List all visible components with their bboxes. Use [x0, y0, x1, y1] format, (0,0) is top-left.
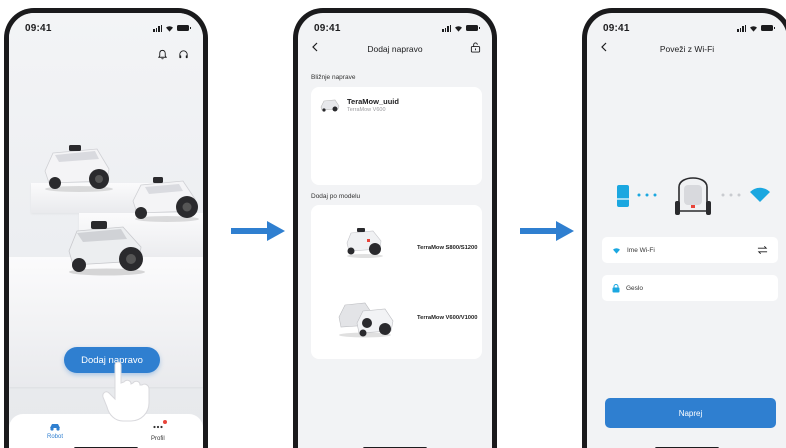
- password-placeholder: Geslo: [626, 284, 643, 292]
- by-model-section-label: Dodaj po modelu: [311, 193, 361, 200]
- password-input[interactable]: Geslo: [602, 275, 778, 301]
- signal-icon: [737, 24, 746, 32]
- arrow-right-icon: [520, 221, 574, 241]
- robot-icon: [50, 424, 60, 431]
- scan-device-icon[interactable]: [470, 42, 481, 53]
- nearby-devices-card: TeraMow_uuid TerraMow V600: [311, 87, 482, 185]
- model-item[interactable]: TerraMow S800/S1200: [311, 217, 482, 277]
- status-time: 09:41: [603, 22, 630, 34]
- dotted-line: [637, 193, 657, 197]
- battery-icon: [177, 25, 191, 31]
- status-bar: 09:41: [603, 22, 775, 34]
- wifi-name-input[interactable]: Ime Wi-Fi: [602, 237, 778, 263]
- model-item[interactable]: TerraMow V600/V1000: [311, 291, 482, 351]
- status-time: 09:41: [314, 22, 341, 34]
- tab-profile[interactable]: Profil: [151, 420, 167, 442]
- page-title: Poveži z Wi-Fi: [659, 44, 715, 54]
- pointer-hand-icon: [102, 361, 150, 422]
- signal-icon: [442, 24, 451, 32]
- wifi-status-icon: [455, 25, 462, 32]
- add-device-screen: 09:41 Dodaj napravo Bližnje naprave Tera…: [298, 13, 492, 448]
- mower-image: [132, 177, 199, 222]
- home-screen: 09:41 Dodaj napravo Robot Profil: [9, 13, 203, 448]
- phone-add-device: 09:41 Dodaj napravo Bližnje naprave Tera…: [293, 8, 497, 448]
- page-title: Dodaj napravo: [367, 44, 423, 54]
- tab-robot-label: Robot: [47, 434, 64, 440]
- phone-wifi: 09:41 Poveži z Wi-Fi Ime Wi-Fi Geslo Nap…: [582, 8, 786, 448]
- phone-home: 09:41 Dodaj napravo Robot Profil: [4, 8, 208, 448]
- next-button[interactable]: Naprej: [605, 398, 776, 428]
- bell-icon[interactable]: [157, 49, 168, 60]
- headphones-icon[interactable]: [178, 49, 189, 60]
- mower-thumbnail: [338, 302, 394, 338]
- wifi-screen: 09:41 Poveži z Wi-Fi Ime Wi-Fi Geslo Nap…: [587, 13, 786, 448]
- wifi-status-icon: [166, 25, 173, 32]
- lock-icon: [612, 283, 620, 292]
- device-model: TerraMow V600: [347, 107, 386, 113]
- tab-profile-label: Profil: [151, 436, 165, 442]
- model-name: TerraMow V600/V1000: [417, 315, 478, 321]
- model-name: TerraMow S800/S1200: [417, 245, 478, 251]
- wifi-name-placeholder: Ime Wi-Fi: [627, 246, 655, 254]
- notification-badge: [162, 420, 167, 424]
- mower-image: [44, 145, 113, 192]
- status-time: 09:41: [25, 22, 52, 34]
- tab-robot[interactable]: Robot: [47, 422, 63, 440]
- status-bar: 09:41: [314, 22, 480, 34]
- battery-icon: [466, 25, 480, 31]
- phone-icon: [617, 185, 629, 207]
- signal-icon: [153, 24, 162, 32]
- wifi-router-icon: [750, 187, 770, 202]
- more-icon: [152, 420, 167, 433]
- mower-thumbnail: [346, 228, 383, 258]
- nearby-section-label: Bližnje naprave: [311, 74, 356, 81]
- arrow-right-icon: [231, 221, 285, 241]
- status-bar: 09:41: [25, 22, 191, 34]
- wifi-icon: [613, 247, 620, 254]
- nearby-device-item[interactable]: TeraMow_uuid TerraMow V600: [319, 97, 399, 113]
- connection-illustration: [617, 171, 770, 219]
- mower-thumbnail: [320, 99, 340, 112]
- switch-network-icon[interactable]: [757, 245, 768, 255]
- wifi-status-icon: [750, 25, 757, 32]
- mower-image: [68, 221, 145, 276]
- dotted-line: [721, 193, 741, 197]
- mower-front-icon: [675, 177, 711, 215]
- device-name: TeraMow_uuid: [347, 97, 399, 106]
- models-card: TerraMow S800/S1200 TerraMow V600/V1000: [311, 205, 482, 359]
- battery-icon: [761, 25, 775, 31]
